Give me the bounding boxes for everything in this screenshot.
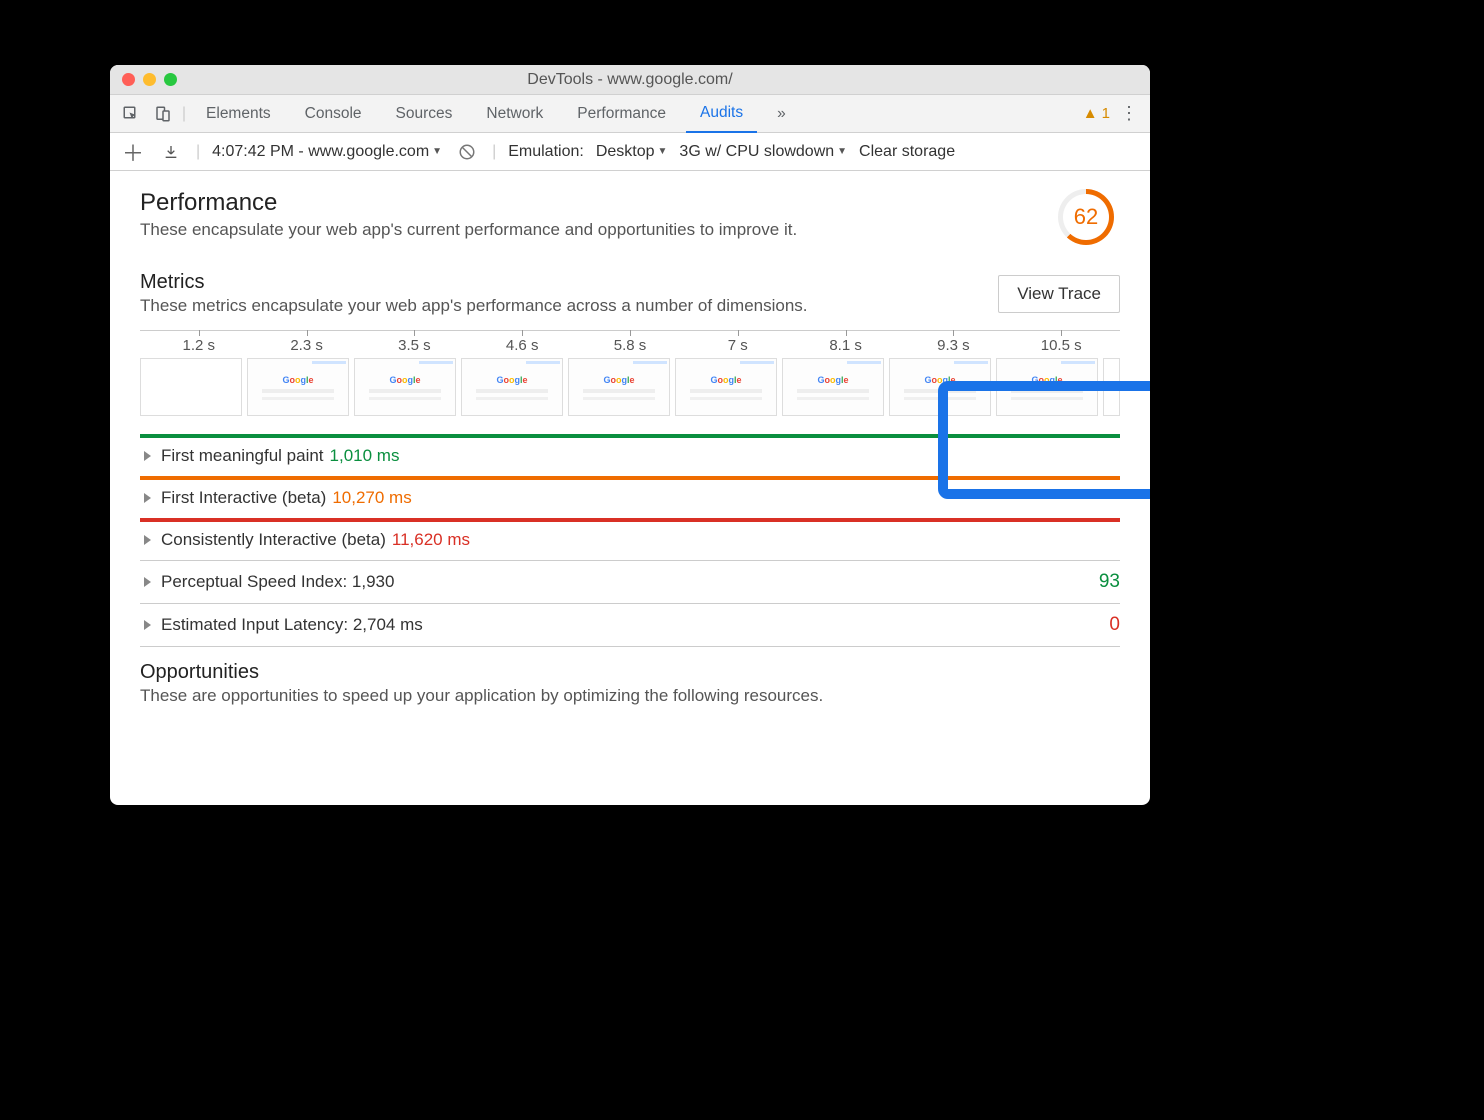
tick-label: 9.3 s bbox=[937, 337, 970, 354]
warnings-count: 1 bbox=[1102, 105, 1110, 122]
metric-label: Estimated Input Latency: 2,704 ms bbox=[161, 615, 423, 635]
filmstrip-frame: Google bbox=[996, 358, 1098, 416]
warnings-badge[interactable]: ▲ 1 bbox=[1083, 105, 1110, 122]
tab-audits[interactable]: Audits bbox=[686, 96, 757, 133]
metric-value: 1,010 ms bbox=[330, 446, 400, 466]
devtools-window: DevTools - www.google.com/ | Elements Co… bbox=[110, 65, 1150, 805]
tab-elements[interactable]: Elements bbox=[192, 95, 285, 132]
disclosure-triangle-icon bbox=[144, 493, 151, 503]
device-toolbar-icon[interactable] bbox=[150, 101, 176, 127]
filmstrip-frame bbox=[1103, 358, 1120, 416]
performance-header: Performance These encapsulate your web a… bbox=[140, 189, 1120, 245]
emulation-label: Emulation: bbox=[508, 143, 584, 161]
filmstrip-frame: Google bbox=[461, 358, 563, 416]
metric-label: Consistently Interactive (beta) bbox=[161, 530, 386, 550]
devtools-tabbar: | Elements Console Sources Network Perfo… bbox=[110, 95, 1150, 133]
filmstrip-frame: Google bbox=[568, 358, 670, 416]
disclosure-triangle-icon bbox=[144, 535, 151, 545]
chevron-down-icon: ▼ bbox=[837, 146, 847, 157]
filmstrip-frame: Google bbox=[247, 358, 349, 416]
tick-label: 8.1 s bbox=[829, 337, 862, 354]
metric-label: Perceptual Speed Index: 1,930 bbox=[161, 572, 394, 592]
metric-label: First meaningful paint bbox=[161, 446, 324, 466]
tick-label: 3.5 s bbox=[398, 337, 431, 354]
inspect-element-icon[interactable] bbox=[118, 101, 144, 127]
filmstrip-timeline: 1.2 s 2.3 s 3.5 s 4.6 s 5.8 s 7 s 8.1 s … bbox=[140, 330, 1120, 352]
kebab-menu-icon[interactable]: ⋮ bbox=[1116, 101, 1142, 127]
performance-score-gauge: 62 bbox=[1058, 189, 1114, 245]
opportunities-subtitle: These are opportunities to speed up your… bbox=[140, 686, 1120, 706]
tick-label: 7 s bbox=[728, 337, 748, 354]
tick-label: 5.8 s bbox=[614, 337, 647, 354]
clear-storage-option[interactable]: Clear storage bbox=[859, 143, 955, 161]
tabs-overflow[interactable]: » bbox=[763, 95, 800, 132]
disclosure-triangle-icon bbox=[144, 577, 151, 587]
metric-first-interactive[interactable]: First Interactive (beta) 10,270 ms bbox=[140, 476, 1120, 518]
warning-icon: ▲ bbox=[1083, 105, 1098, 122]
tick-label: 1.2 s bbox=[183, 337, 216, 354]
tab-sources[interactable]: Sources bbox=[382, 95, 467, 132]
filmstrip: Google Google Google Google Google Googl… bbox=[140, 358, 1120, 416]
filmstrip-frame: Google bbox=[782, 358, 884, 416]
clear-icon[interactable] bbox=[454, 139, 480, 165]
tab-performance[interactable]: Performance bbox=[563, 95, 680, 132]
metrics-header: Metrics These metrics encapsulate your w… bbox=[140, 271, 1120, 316]
metric-value: 10,270 ms bbox=[332, 488, 411, 508]
metrics-subtitle: These metrics encapsulate your web app's… bbox=[140, 296, 808, 316]
metric-score: 93 bbox=[1099, 571, 1120, 593]
run-selector[interactable]: 4:07:42 PM - www.google.com ▼ bbox=[212, 143, 442, 161]
opportunities-title: Opportunities bbox=[140, 661, 1120, 684]
tick-label: 4.6 s bbox=[506, 337, 539, 354]
metric-label: First Interactive (beta) bbox=[161, 488, 326, 508]
audits-toolbar: ＋ | 4:07:42 PM - www.google.com ▼ | Emul… bbox=[110, 133, 1150, 171]
device-selector[interactable]: Desktop ▼ bbox=[596, 143, 668, 161]
run-label: 4:07:42 PM - www.google.com bbox=[212, 143, 429, 161]
filmstrip-frame: Google bbox=[889, 358, 991, 416]
new-audit-icon[interactable]: ＋ bbox=[120, 139, 146, 165]
tab-console[interactable]: Console bbox=[291, 95, 376, 132]
download-icon[interactable] bbox=[158, 139, 184, 165]
metric-estimated-input-latency[interactable]: Estimated Input Latency: 2,704 ms 0 bbox=[140, 603, 1120, 646]
filmstrip-frame: Google bbox=[675, 358, 777, 416]
performance-subtitle: These encapsulate your web app's current… bbox=[140, 220, 797, 240]
throttle-selector[interactable]: 3G w/ CPU slowdown ▼ bbox=[679, 143, 847, 161]
filmstrip-frame: Google bbox=[354, 358, 456, 416]
disclosure-triangle-icon bbox=[144, 620, 151, 630]
window-titlebar: DevTools - www.google.com/ bbox=[110, 65, 1150, 95]
disclosure-triangle-icon bbox=[144, 451, 151, 461]
metrics-title: Metrics bbox=[140, 271, 808, 294]
performance-title: Performance bbox=[140, 189, 797, 217]
metric-first-meaningful-paint[interactable]: First meaningful paint 1,010 ms bbox=[140, 434, 1120, 476]
chevron-down-icon: ▼ bbox=[432, 146, 442, 157]
opportunities-section: Opportunities These are opportunities to… bbox=[140, 661, 1120, 706]
view-trace-button[interactable]: View Trace bbox=[998, 275, 1120, 313]
metric-perceptual-speed-index[interactable]: Perceptual Speed Index: 1,930 93 bbox=[140, 560, 1120, 603]
metric-consistently-interactive[interactable]: Consistently Interactive (beta) 11,620 m… bbox=[140, 518, 1120, 560]
metric-list: First meaningful paint 1,010 ms First In… bbox=[140, 434, 1120, 647]
chevron-down-icon: ▼ bbox=[658, 146, 668, 157]
tab-network[interactable]: Network bbox=[472, 95, 557, 132]
metric-score: 0 bbox=[1109, 614, 1120, 636]
filmstrip-frame bbox=[140, 358, 242, 416]
audit-report: Performance These encapsulate your web a… bbox=[110, 171, 1150, 805]
window-title: DevTools - www.google.com/ bbox=[110, 71, 1150, 89]
metric-value: 11,620 ms bbox=[392, 530, 470, 550]
tick-label: 2.3 s bbox=[290, 337, 323, 354]
performance-score-value: 62 bbox=[1074, 204, 1098, 230]
tick-label: 10.5 s bbox=[1041, 337, 1082, 354]
